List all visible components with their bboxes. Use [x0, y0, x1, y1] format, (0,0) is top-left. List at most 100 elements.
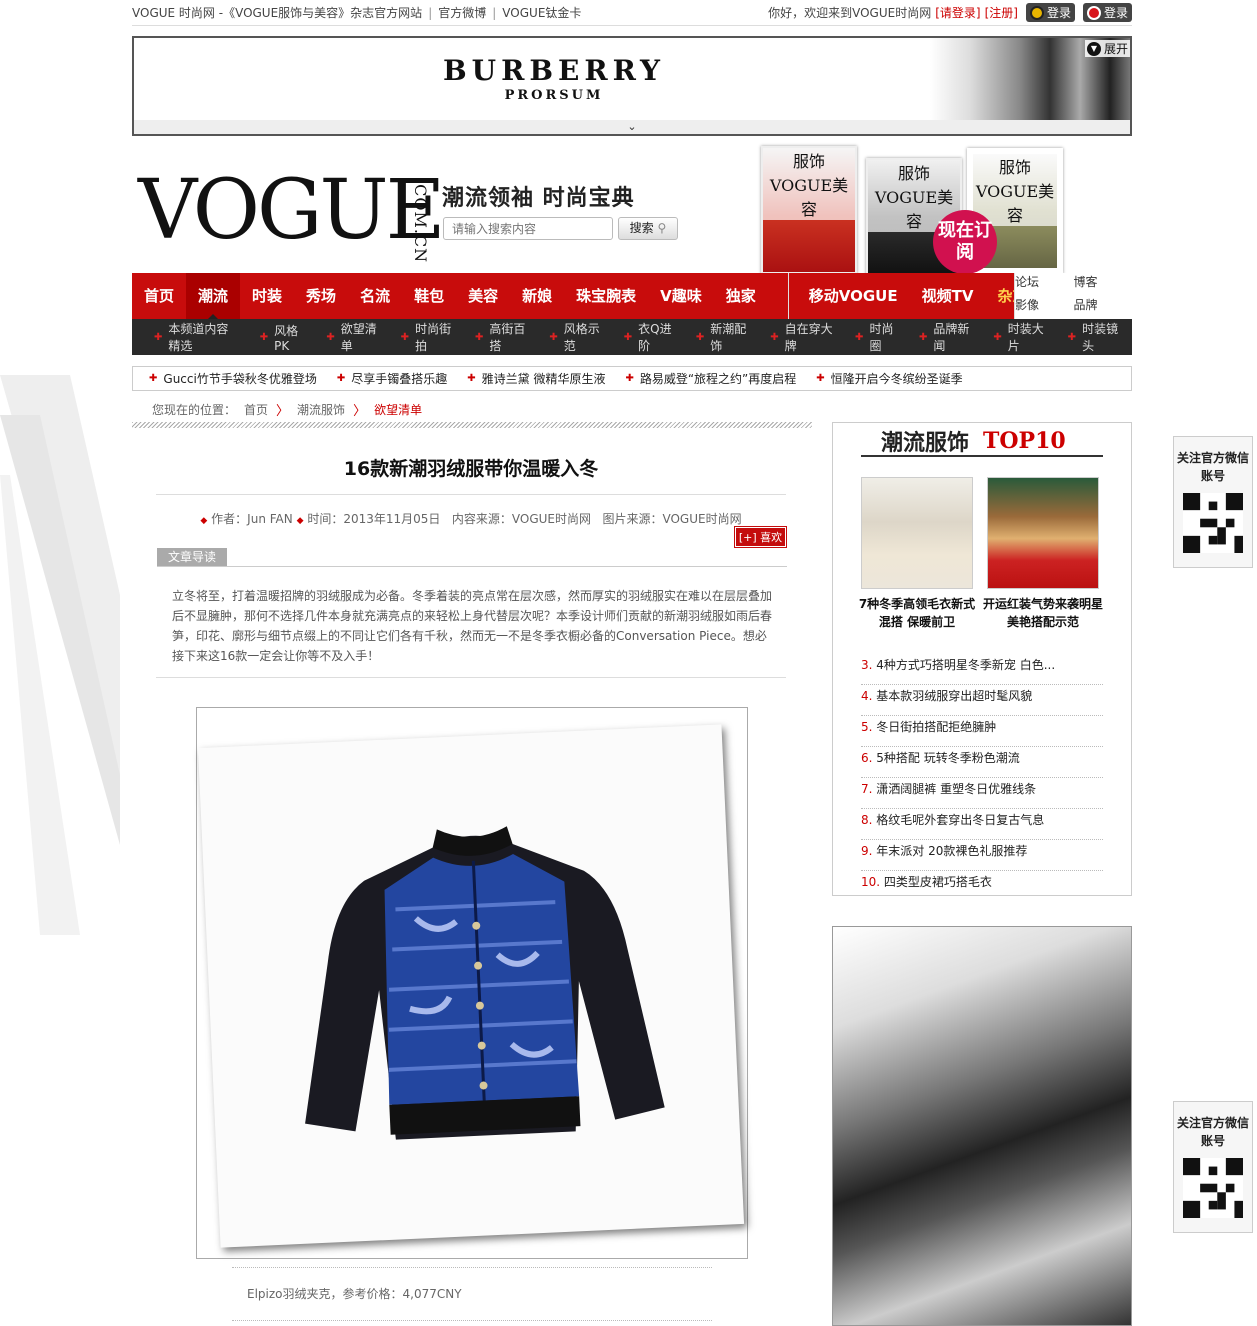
nav-bags[interactable]: 鞋包 — [402, 273, 456, 319]
nav-image[interactable]: 影像 — [1015, 296, 1074, 319]
main-nav: 首页 潮流 时装 秀场 名流 鞋包 美容 新娘 珠宝腕表 V趣味 独家 移动VO… — [132, 273, 1132, 319]
hot-link[interactable]: ✚ 恒隆开启今冬缤纷圣诞季 — [816, 370, 962, 387]
subnav-item[interactable]: ✚ 高街百搭 — [465, 320, 539, 354]
wechat-follow-float[interactable]: 关注官方微信账号 — [1173, 1101, 1253, 1233]
top10-sidebar: 潮流服饰 TOP10 7种冬季高领毛衣新式混搭 保暖前卫 开运红装气势来袭明星美… — [832, 422, 1132, 896]
rank-item[interactable]: 8. 格纹毛呢外套穿出冬日复古气息 — [861, 809, 1103, 840]
expand-icon: ▼ — [1086, 41, 1101, 56]
top-links: VOGUE 时尚网 -《VOGUE服饰与美容》杂志官方网站 | 官方微博 | V… — [132, 4, 582, 21]
nav-blog[interactable]: 博客 — [1074, 273, 1133, 296]
divider — [861, 455, 1103, 457]
rank-item[interactable]: 9. 年末派对 20款裸色礼服推荐 — [861, 840, 1103, 871]
hot-link[interactable]: ✚ 尽享手镯叠搭乐趣 — [337, 370, 447, 387]
divider — [232, 1267, 712, 1268]
nav-right-links: 论坛 博客 影像 品牌 — [1014, 273, 1132, 319]
qq-login-button[interactable]: 登录 — [1025, 3, 1075, 22]
register-link[interactable]: [注册] — [985, 4, 1018, 21]
expand-button[interactable]: ▼ 展开 — [1084, 40, 1130, 57]
article-title: 16款新潮羽绒服带你温暖入冬 — [343, 458, 599, 480]
diamond-icon: ◆ — [296, 516, 304, 526]
nav-jewelry[interactable]: 珠宝腕表 — [564, 273, 648, 319]
sidebar-header: 潮流服饰 TOP10 — [881, 428, 1066, 456]
gold-card-link[interactable]: VOGUE钛金卡 — [502, 4, 581, 21]
wechat-follow-float[interactable]: 关注官方微信账号 — [1173, 436, 1253, 568]
rank-item[interactable]: 4. 基本款羽绒服穿出超时髦风貌 — [861, 685, 1103, 716]
rank-item[interactable]: 5. 冬日街拍搭配拒绝臃肿 — [861, 716, 1103, 747]
chevron-right-icon: 〉 — [276, 404, 290, 419]
subscribe-badge[interactable]: 现在订阅 — [933, 210, 997, 274]
magazine-promo[interactable]: 服饰VOGUE美容 服饰VOGUE美容 服饰VOGUE美容 现在订阅 — [735, 146, 1075, 276]
welcome-text: 你好，欢迎来到VOGUE时尚网 — [768, 6, 932, 20]
hot-link[interactable]: ✚ Gucci竹节手袋秋冬优雅登场 — [149, 370, 317, 387]
vogue-logo[interactable]: VOGUE — [138, 170, 445, 252]
diamond-icon: ◆ — [200, 516, 208, 526]
image-caption: Elpizo羽绒夹克，参考价格：4,077CNY — [247, 1287, 462, 1301]
nav-runway[interactable]: 秀场 — [294, 273, 348, 319]
article-meta: ◆ 作者：Jun FAN ◆ 时间：2013年11月05日 内容来源：VOGUE… — [200, 512, 742, 526]
breadcrumb-category[interactable]: 潮流服饰 — [297, 401, 345, 418]
like-button[interactable]: [+] 喜欢 — [734, 526, 787, 548]
subnav-item[interactable]: ✚ 风格PK — [250, 322, 317, 353]
guide-label: 文章导读 — [157, 548, 227, 566]
nav-beauty[interactable]: 美容 — [456, 273, 510, 319]
jacket-image — [305, 826, 665, 1140]
chevron-down-icon: ⌄ — [627, 120, 637, 133]
subnav-item[interactable]: ✚ 时尚圈 — [845, 320, 909, 354]
nav-video[interactable]: 视频TV — [910, 273, 986, 319]
nav-mobile[interactable]: 移动VOGUE — [809, 273, 910, 319]
nav-fun[interactable]: V趣味 — [648, 273, 714, 319]
sub-nav: ✚ 本频道内容精选 ✚ 风格PK ✚ 欲望清单 ✚ 时尚街拍 ✚ 高街百搭 ✚ 风格示范 ✚… — [132, 319, 1132, 355]
breadcrumb-home[interactable]: 首页 — [244, 401, 268, 418]
weibo-link[interactable]: 官方微博 — [438, 4, 486, 21]
qr-code-icon — [1183, 1158, 1243, 1218]
background-v-decoration — [0, 375, 120, 935]
breadcrumb-current[interactable]: 欲望清单 — [374, 401, 422, 418]
subnav-item[interactable]: ✚ 风格示范 — [539, 320, 613, 354]
nav-forum[interactable]: 论坛 — [1015, 273, 1074, 296]
top-thumb-2[interactable] — [987, 477, 1099, 589]
search-button[interactable]: 搜索 ⚲ — [618, 217, 678, 240]
rank-item[interactable]: 3. 4种方式巧搭明星冬季新宠 白色... — [861, 654, 1103, 685]
subnav-item[interactable]: ✚ 时尚街拍 — [391, 320, 465, 354]
subnav-item[interactable]: ✚ 欲望清单 — [316, 320, 390, 354]
subnav-item[interactable]: ✚ 时装镜头 — [1058, 320, 1132, 354]
nav-exclusive[interactable]: 独家 — [714, 273, 768, 319]
subnav-item[interactable]: ✚ 本频道内容精选 — [144, 320, 250, 354]
subnav-item[interactable]: ✚ 时装大片 — [983, 320, 1057, 354]
divider — [232, 1320, 712, 1321]
divider-hatch — [132, 422, 812, 428]
subnav-item[interactable]: ✚ 新潮配饰 — [686, 320, 760, 354]
hot-link[interactable]: ✚ 雅诗兰黛 微精华原生液 — [467, 370, 605, 387]
subnav-item[interactable]: ✚ 衣Q进阶 — [614, 320, 686, 354]
login-link[interactable]: [请登录] — [935, 4, 980, 21]
nav-bride[interactable]: 新娘 — [510, 273, 564, 319]
nav-brand[interactable]: 品牌 — [1074, 296, 1133, 319]
divider — [156, 677, 786, 678]
top-card-caption[interactable]: 7种冬季高领毛衣新式混搭 保暖前卫 — [857, 595, 977, 631]
hot-link[interactable]: ✚ 路易威登“旅程之约”再度启程 — [625, 370, 796, 387]
magazine-cover: 服饰VOGUE美容 — [761, 146, 857, 274]
nav-home[interactable]: 首页 — [132, 273, 186, 319]
rank-item[interactable]: 7. 潇洒阔腿裤 重塑冬日优雅线条 — [861, 778, 1103, 809]
nav-celebrity[interactable]: 名流 — [348, 273, 402, 319]
top-thumb-1[interactable] — [861, 477, 973, 589]
nav-divider — [787, 273, 789, 319]
nav-trend[interactable]: 潮流 — [186, 273, 241, 319]
subnav-item[interactable]: ✚ 品牌新闻 — [909, 320, 983, 354]
rank-item[interactable]: 6. 5种搭配 玩转冬季粉色潮流 — [861, 747, 1103, 778]
burberry-ad-banner[interactable]: BURBERRY PRORSUM ▼ 展开 ⌄ — [132, 36, 1132, 136]
qq-icon — [1029, 5, 1044, 20]
top-bar: VOGUE 时尚网 -《VOGUE服饰与美容》杂志官方网站 | 官方微博 | V… — [132, 0, 1132, 26]
side-ad-photo[interactable] — [832, 926, 1132, 1326]
logo-suffix: .COM.CN — [411, 178, 430, 264]
site-title-link[interactable]: VOGUE 时尚网 -《VOGUE服饰与美容》杂志官方网站 — [132, 4, 422, 21]
article-image[interactable] — [196, 707, 748, 1259]
rank-item[interactable]: 10. 四类型皮裙巧搭毛衣 — [861, 871, 1103, 902]
nav-fashion[interactable]: 时装 — [240, 273, 294, 319]
search-input[interactable] — [443, 217, 613, 240]
subnav-item[interactable]: ✚ 自在穿大牌 — [760, 320, 845, 354]
collapse-bar[interactable]: ⌄ — [134, 120, 1130, 134]
ad-sub: PRORSUM — [504, 88, 604, 103]
weibo-login-button[interactable]: 登录 — [1082, 3, 1132, 22]
top-card-caption[interactable]: 开运红装气势来袭明星美艳搭配示范 — [983, 595, 1103, 631]
